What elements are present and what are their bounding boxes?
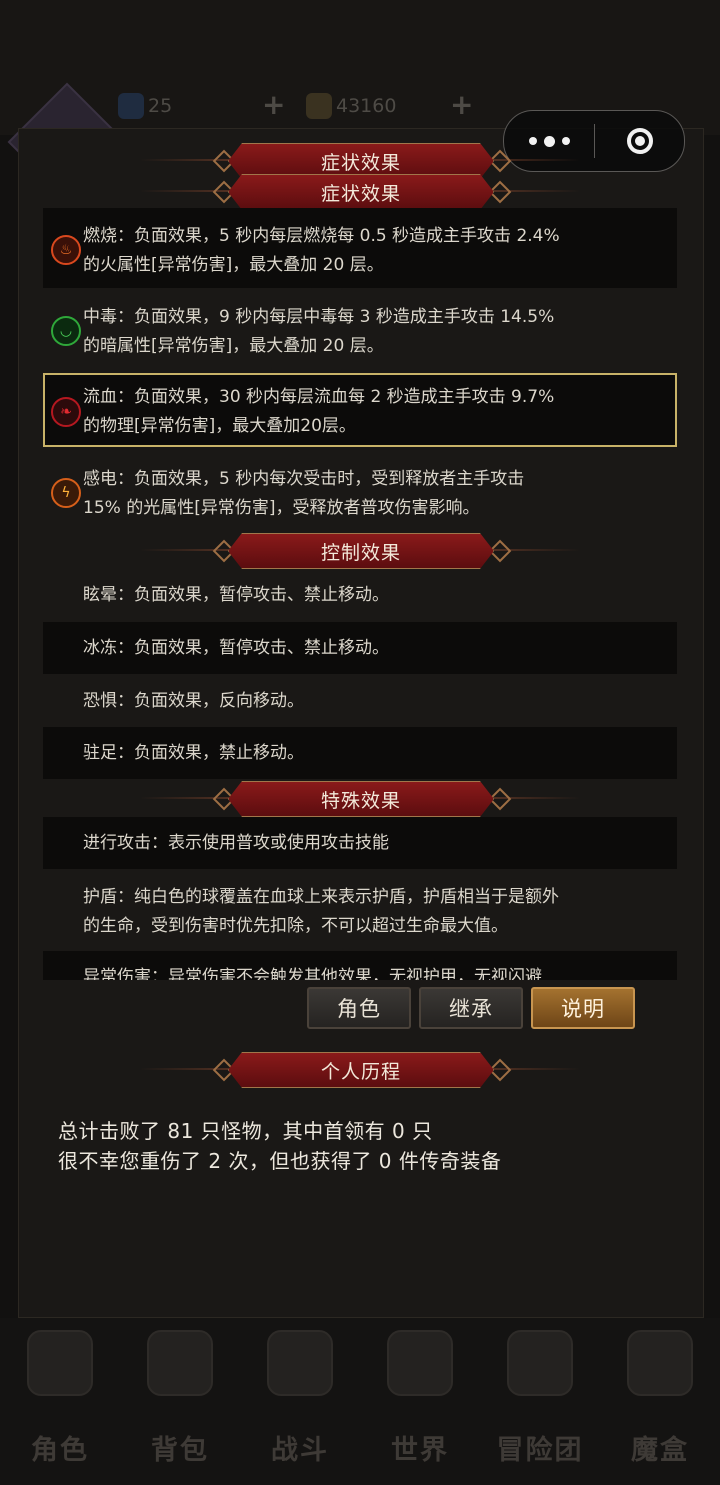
lightning-icon: ϟ [51, 478, 81, 508]
list-item-abnormal-damage[interactable]: 异常伤害：异常伤害不会触发其他效果，无视护甲，无视闪避 [43, 951, 677, 980]
list-item-attack[interactable]: 进行攻击：表示使用普攻或使用攻击技能 [43, 817, 677, 869]
gold-resource: 43160 [306, 92, 396, 120]
nav-magic-box[interactable]: 魔盒 [600, 1318, 720, 1485]
list-item-burn[interactable]: ♨ 燃烧：负面效果，5 秒内每层燃烧每 0.5 秒造成主手攻击 2.4% 的火属… [43, 208, 677, 288]
nav-label: 战斗 [271, 1435, 329, 1466]
list-item-shock[interactable]: ϟ 感电：负面效果，5 秒内每次受击时，受到释放者主手攻击 15% 的光属性[异… [43, 453, 677, 533]
poison-icon: ◡ [51, 316, 81, 346]
history-kills: 总计击败了 81 只怪物，其中首领有 0 只 [58, 1119, 433, 1143]
list-item-stun[interactable]: 眩晕：负面效果，暂停攻击、禁止移动。 [43, 569, 677, 621]
tab-inherit[interactable]: 继承 [419, 987, 523, 1029]
add-gold-button[interactable]: + [450, 88, 473, 121]
tab-role[interactable]: 角色 [307, 987, 411, 1029]
effect-text: 异常伤害：异常伤害不会触发其他效果，无视护甲，无视闪避 [83, 967, 542, 980]
section-title: 个人历程 [228, 1052, 494, 1088]
effect-text: 的暗属性[异常伤害]，最大叠加 20 层。 [83, 336, 384, 356]
effect-text: 进行攻击：表示使用普攻或使用攻击技能 [83, 833, 389, 853]
swords-icon [267, 1330, 333, 1396]
effect-text: 燃烧：负面效果，5 秒内每层燃烧每 0.5 秒造成主手攻击 2.4% [83, 226, 560, 246]
nav-world[interactable]: 世界 [360, 1318, 480, 1485]
section-header-control: 控制效果 [140, 533, 580, 567]
tab-explain[interactable]: 说明 [531, 987, 635, 1029]
nav-role[interactable]: 角色 [0, 1318, 120, 1485]
nav-label: 背包 [151, 1435, 209, 1466]
close-miniprogram-button[interactable] [595, 128, 684, 154]
castle-icon [507, 1330, 573, 1396]
effect-text: 流血：负面效果，30 秒内每层流血每 2 秒造成主手攻击 9.7% [83, 387, 555, 407]
effect-text: 护盾：纯白色的球覆盖在血球上来表示护盾，护盾相当于是额外 [83, 887, 559, 907]
target-icon [626, 128, 653, 154]
list-item-root[interactable]: 驻足：负面效果，禁止移动。 [43, 727, 677, 779]
section-header-symptom-sticky: 症状效果 [140, 174, 580, 208]
effect-text: 的物理[异常伤害]，最大叠加20层。 [83, 416, 356, 436]
list-item-shield[interactable]: 护盾：纯白色的球覆盖在血球上来表示护盾，护盾相当于是额外 的生命，受到伤害时优先… [43, 871, 677, 951]
nav-label: 世界 [391, 1435, 449, 1466]
section-title: 特殊效果 [228, 781, 494, 817]
effect-text: 冰冻：负面效果，暂停攻击、禁止移动。 [83, 638, 389, 658]
burn-icon: ♨ [51, 235, 81, 265]
list-item-poison[interactable]: ◡ 中毒：负面效果，9 秒内每层中毒每 3 秒造成主手攻击 14.5% 的暗属性… [43, 291, 677, 371]
effect-text: 感电：负面效果，5 秒内每次受击时，受到释放者主手攻击 [83, 469, 525, 489]
nav-label: 角色 [31, 1435, 89, 1466]
effect-text: 恐惧：负面效果，反向移动。 [83, 691, 304, 711]
effect-text: 15% 的光属性[异常伤害]，受释放者普攻伤害影响。 [83, 498, 480, 518]
list-item-bleed[interactable]: ❧ 流血：负面效果，30 秒内每层流血每 2 秒造成主手攻击 9.7% 的物理[… [43, 373, 677, 447]
section-header-symptom: 症状效果 [140, 143, 580, 177]
bottom-nav: 角色 背包 战斗 世界 冒险团 魔盒 [0, 1318, 720, 1485]
effect-text: 中毒：负面效果，9 秒内每层中毒每 3 秒造成主手攻击 14.5% [83, 307, 555, 327]
section-header-history: 个人历程 [140, 1052, 580, 1086]
effect-text: 的火属性[异常伤害]，最大叠加 20 层。 [83, 255, 384, 275]
effect-text: 的生命，受到伤害时优先扣除，不可以超过生命最大值。 [83, 916, 508, 936]
section-title: 控制效果 [228, 533, 494, 569]
add-gem-button[interactable]: + [262, 88, 285, 121]
gem-resource: 25 [118, 92, 172, 120]
effects-scroll-list[interactable]: ♨ 燃烧：负面效果，5 秒内每层燃烧每 0.5 秒造成主手攻击 2.4% 的火属… [43, 205, 677, 980]
effect-text: 驻足：负面效果，禁止移动。 [83, 743, 304, 763]
nav-adventure-team[interactable]: 冒险团 [480, 1318, 600, 1485]
effect-text: 眩晕：负面效果，暂停攻击、禁止移动。 [83, 585, 389, 605]
list-item-fear[interactable]: 恐惧：负面效果，反向移动。 [43, 675, 677, 727]
history-injuries: 很不幸您重伤了 2 次，但也获得了 0 件传奇装备 [58, 1149, 502, 1173]
map-scroll-icon [387, 1330, 453, 1396]
list-item-freeze[interactable]: 冰冻：负面效果，暂停攻击、禁止移动。 [43, 622, 677, 674]
nav-backpack[interactable]: 背包 [120, 1318, 240, 1485]
gold-count: 43160 [336, 95, 397, 117]
gem-icon [118, 93, 144, 119]
nav-label: 冒险团 [496, 1435, 584, 1466]
helmet-icon [27, 1330, 93, 1396]
nav-label: 魔盒 [631, 1435, 689, 1466]
backpack-icon [147, 1330, 213, 1396]
gold-icon [306, 93, 332, 119]
nav-battle[interactable]: 战斗 [240, 1318, 360, 1485]
section-header-special: 特殊效果 [140, 781, 580, 815]
magic-cube-icon [627, 1330, 693, 1396]
bleed-icon: ❧ [51, 397, 81, 427]
gem-count: 25 [148, 95, 173, 117]
